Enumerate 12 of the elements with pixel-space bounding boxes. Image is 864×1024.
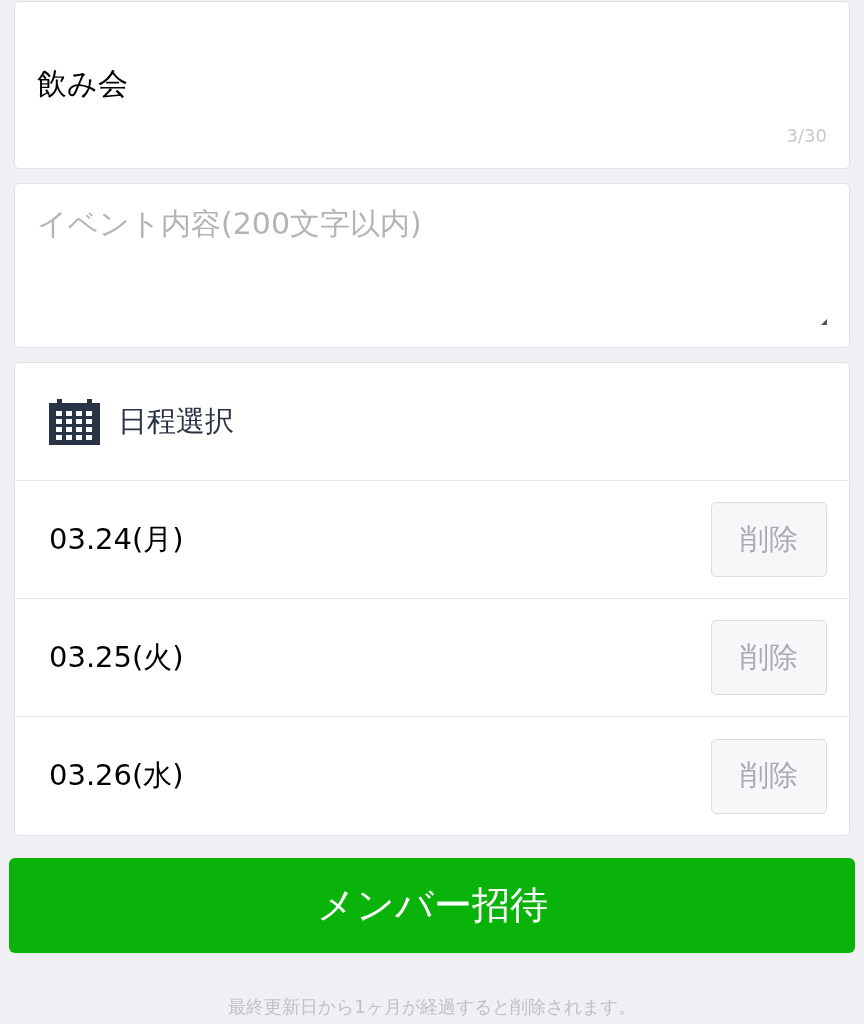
delete-button[interactable]: 削除 (711, 620, 827, 695)
invite-members-button[interactable]: メンバー招待 (9, 858, 855, 953)
schedule-heading: 日程選択 (118, 402, 234, 440)
date-label: 03.24(月) (49, 520, 184, 558)
date-label: 03.25(火) (49, 638, 184, 676)
description-input-field[interactable]: イベント内容(200文字以内) (15, 184, 849, 347)
delete-button[interactable]: 削除 (711, 738, 827, 814)
title-input-field[interactable]: 飲み会 (37, 64, 827, 104)
delete-button[interactable]: 削除 (711, 502, 827, 577)
resize-handle-icon[interactable] (821, 319, 827, 325)
calendar-icon (49, 398, 100, 445)
date-label: 03.26(水) (49, 757, 184, 794)
